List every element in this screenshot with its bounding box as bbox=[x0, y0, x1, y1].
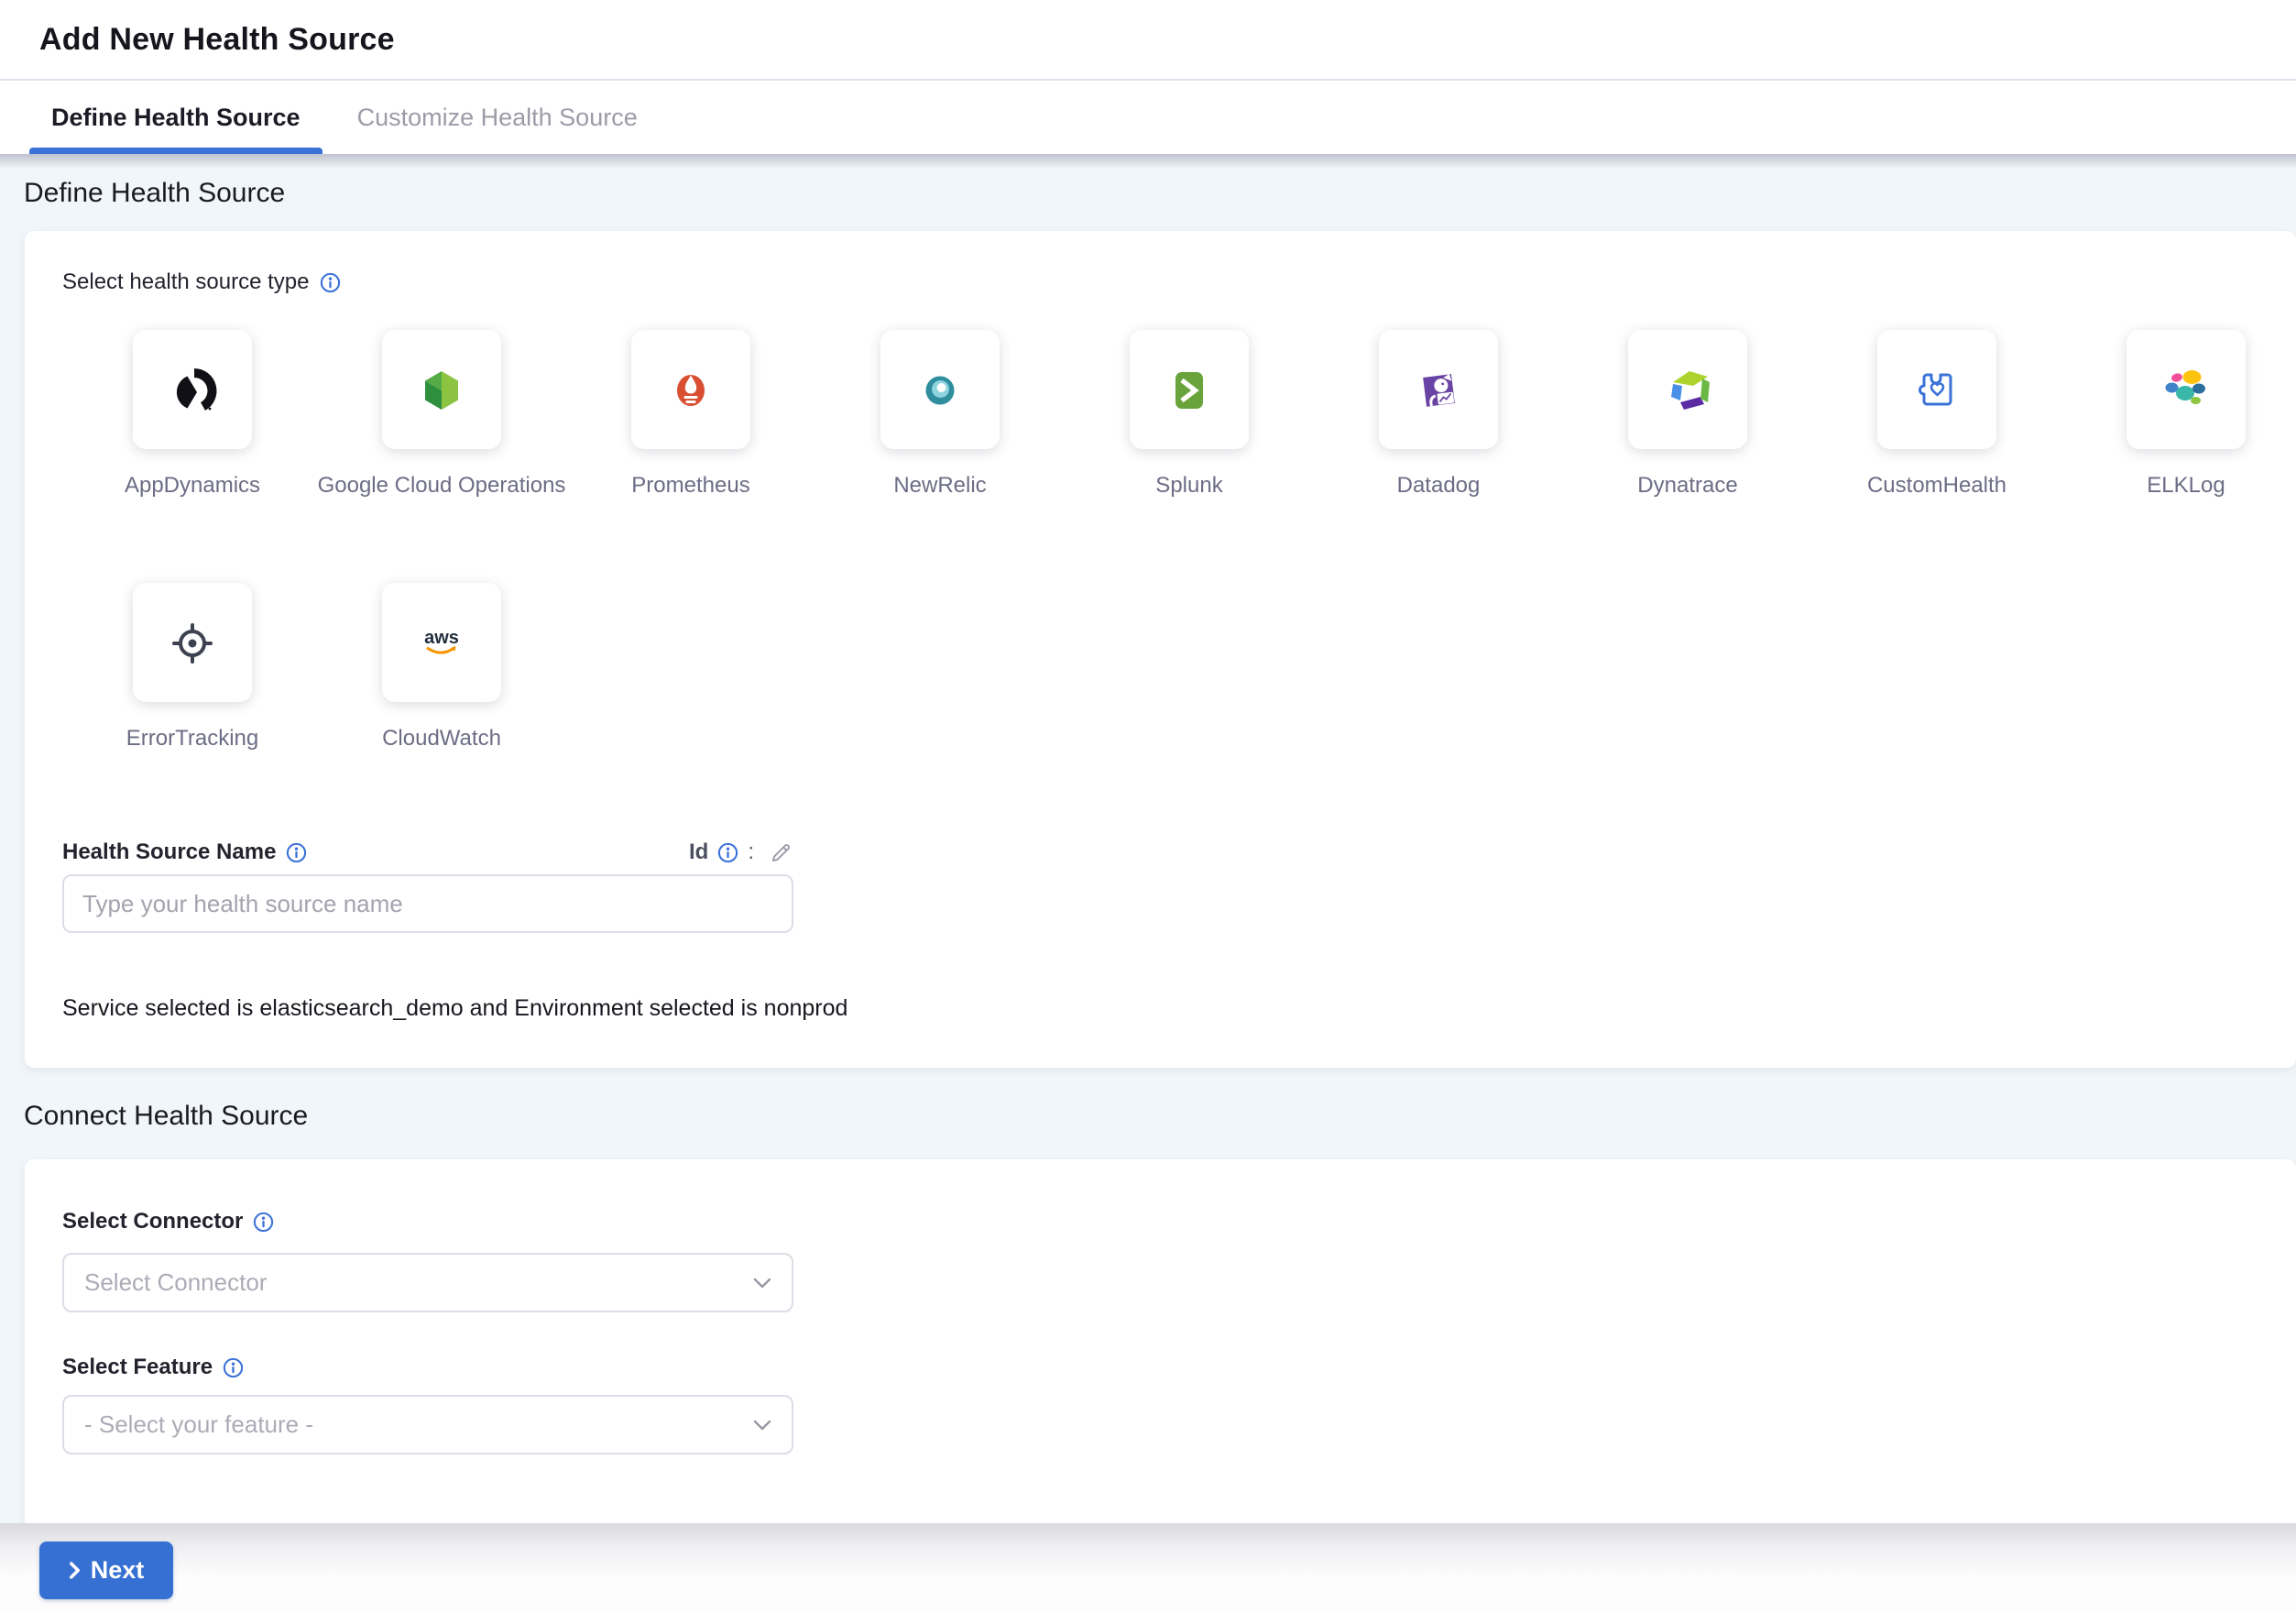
source-card-errortracking[interactable] bbox=[133, 583, 252, 702]
cloudwatch-aws-icon: aws bbox=[412, 613, 471, 672]
id-label: Id bbox=[689, 839, 708, 865]
source-card-customhealth[interactable] bbox=[1877, 330, 1996, 449]
chevron-right-icon bbox=[69, 1562, 81, 1579]
tab-customize-health-source[interactable]: Customize Health Source bbox=[335, 81, 660, 154]
source-label: NewRelic bbox=[893, 473, 986, 499]
datadog-icon bbox=[1409, 360, 1468, 419]
info-icon[interactable] bbox=[253, 1212, 274, 1233]
health-source-name-input[interactable] bbox=[62, 874, 793, 933]
service-environment-note: Service selected is elasticsearch_demo a… bbox=[62, 995, 2259, 1022]
add-health-source-dialog: Add New Health Source Define Health Sour… bbox=[0, 0, 2296, 1613]
dynatrace-icon bbox=[1658, 360, 1717, 419]
source-label: CustomHealth bbox=[1867, 473, 2006, 499]
source-cell: Google Cloud Operations bbox=[382, 330, 501, 449]
info-icon[interactable] bbox=[320, 272, 341, 293]
select-connector-label-group: Select Connector bbox=[62, 1209, 2259, 1234]
source-cell: Prometheus bbox=[631, 330, 750, 449]
source-label: CloudWatch bbox=[382, 726, 501, 752]
id-colon: : bbox=[748, 839, 754, 865]
define-section-heading: Define Health Source bbox=[24, 154, 2296, 209]
define-health-source-card: Select health source type bbox=[25, 231, 2296, 1068]
source-label: Dynatrace bbox=[1637, 473, 1737, 499]
errortracking-icon bbox=[163, 613, 222, 672]
elklog-icon bbox=[2157, 360, 2215, 419]
source-card-splunk[interactable] bbox=[1130, 330, 1249, 449]
source-cell: ELKLog bbox=[2127, 330, 2246, 449]
source-grid-row-1: AppDynamics Google Cloud Operations bbox=[133, 330, 2259, 449]
source-cell: NewRelic bbox=[880, 330, 1000, 449]
feature-select[interactable]: - Select your feature - bbox=[62, 1395, 793, 1454]
source-cell: CustomHealth bbox=[1877, 330, 1996, 449]
select-feature-label: Select Feature bbox=[62, 1355, 213, 1380]
id-group: Id : bbox=[689, 839, 793, 865]
dialog-body: Define Health Source Select health sourc… bbox=[0, 154, 2296, 1613]
info-icon[interactable] bbox=[717, 842, 738, 863]
health-source-name-label: Health Source Name bbox=[62, 839, 276, 865]
source-cell: Datadog bbox=[1379, 330, 1498, 449]
svg-text:aws: aws bbox=[424, 628, 459, 648]
source-label: Datadog bbox=[1397, 473, 1481, 499]
tab-label: Customize Health Source bbox=[357, 104, 638, 132]
next-button-label: Next bbox=[91, 1556, 145, 1585]
page-title: Add New Health Source bbox=[39, 22, 395, 58]
source-card-newrelic[interactable] bbox=[880, 330, 1000, 449]
tab-label: Define Health Source bbox=[51, 104, 301, 132]
source-card-prometheus[interactable] bbox=[631, 330, 750, 449]
select-connector-label: Select Connector bbox=[62, 1209, 243, 1234]
splunk-icon bbox=[1160, 360, 1219, 419]
source-label: ELKLog bbox=[2147, 473, 2225, 499]
source-cell: ErrorTracking bbox=[133, 583, 252, 702]
dialog-footer: Next bbox=[0, 1523, 2296, 1613]
source-label: Splunk bbox=[1155, 473, 1222, 499]
prometheus-icon bbox=[661, 360, 720, 419]
chevron-down-icon bbox=[753, 1278, 771, 1289]
source-label: Google Cloud Operations bbox=[318, 473, 566, 499]
health-source-name-row: Health Source Name Id : bbox=[62, 839, 793, 865]
source-card-elklog[interactable] bbox=[2127, 330, 2246, 449]
connect-section-heading: Connect Health Source bbox=[24, 1101, 2296, 1132]
tab-bar: Define Health Source Customize Health So… bbox=[0, 81, 2296, 154]
source-cell: AppDynamics bbox=[133, 330, 252, 449]
source-cell: Dynatrace bbox=[1628, 330, 1747, 449]
next-button[interactable]: Next bbox=[39, 1542, 173, 1599]
source-grid-row-2: ErrorTracking aws CloudWatch bbox=[133, 583, 2259, 702]
info-icon[interactable] bbox=[223, 1357, 244, 1378]
select-type-label: Select health source type bbox=[62, 269, 310, 295]
appdynamics-icon bbox=[163, 360, 222, 419]
newrelic-icon bbox=[911, 360, 969, 419]
connector-select[interactable]: Select Connector bbox=[62, 1253, 793, 1312]
feature-select-placeholder: - Select your feature - bbox=[84, 1410, 313, 1439]
select-type-label-row: Select health source type bbox=[62, 269, 2259, 295]
source-cell: aws CloudWatch bbox=[382, 583, 501, 702]
connector-select-placeholder: Select Connector bbox=[84, 1268, 267, 1297]
edit-id-pencil-icon[interactable] bbox=[769, 840, 793, 865]
source-card-dynatrace[interactable] bbox=[1628, 330, 1747, 449]
source-cell: Splunk bbox=[1130, 330, 1249, 449]
customhealth-icon bbox=[1908, 360, 1966, 419]
source-label: AppDynamics bbox=[125, 473, 260, 499]
health-source-name-label-group: Health Source Name bbox=[62, 839, 307, 865]
dialog-header: Add New Health Source bbox=[0, 0, 2296, 81]
tab-define-health-source[interactable]: Define Health Source bbox=[29, 81, 323, 154]
chevron-down-icon bbox=[753, 1420, 771, 1431]
google-cloud-operations-icon bbox=[412, 360, 471, 419]
info-icon[interactable] bbox=[286, 842, 307, 863]
source-label: Prometheus bbox=[631, 473, 749, 499]
select-feature-label-group: Select Feature bbox=[62, 1355, 2259, 1380]
source-card-cloudwatch[interactable]: aws bbox=[382, 583, 501, 702]
source-card-google-cloud-operations[interactable] bbox=[382, 330, 501, 449]
source-label: ErrorTracking bbox=[126, 726, 258, 752]
source-card-appdynamics[interactable] bbox=[133, 330, 252, 449]
source-card-datadog[interactable] bbox=[1379, 330, 1498, 449]
